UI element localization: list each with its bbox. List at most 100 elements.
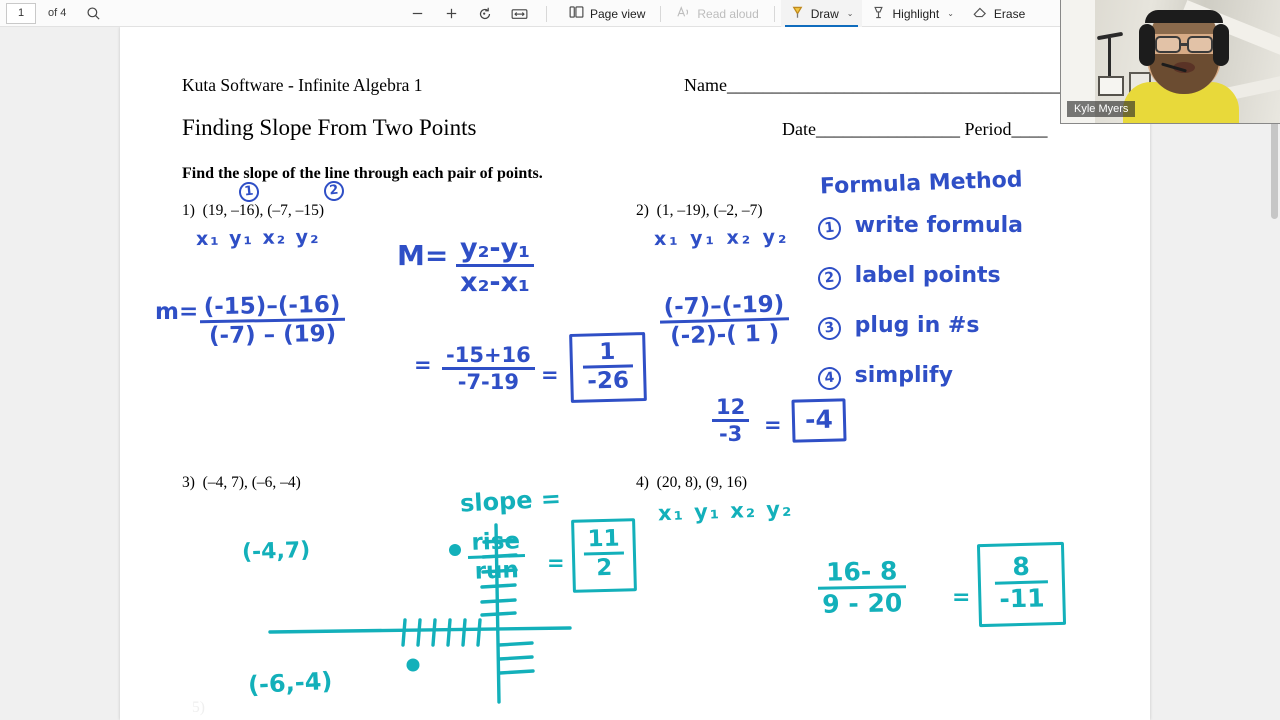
- read-aloud-icon: [676, 5, 691, 22]
- annotation-p2-simp-denominator: -3: [712, 419, 750, 446]
- problem-5-partial: 5): [192, 699, 205, 717]
- method-step-1-text: write formula: [854, 213, 1023, 238]
- draw-button[interactable]: Draw ⌄: [780, 0, 863, 27]
- annotation-method-step-1: 1 write formula: [816, 213, 1023, 242]
- annotation-p1-equals-1: =: [414, 353, 432, 377]
- draw-label: Draw: [810, 6, 839, 21]
- annotation-method-step-2: 2 label points: [816, 263, 1001, 292]
- annotation-p4-answer-numerator: 8: [1012, 551, 1031, 582]
- annotation-p3-equals: =: [547, 551, 565, 575]
- problem-1: 1) (19, –16), (–7, –15): [182, 202, 324, 220]
- pen-icon: [790, 5, 805, 23]
- highlight-chevron-down-icon[interactable]: ⌄: [947, 9, 954, 18]
- problem-4-number: 4): [636, 474, 649, 491]
- annotation-p1-answer-numerator: 1: [599, 338, 616, 366]
- circle-number-1-text: 1: [238, 181, 260, 203]
- annotation-p1-sub-numerator: (-15)–(-16): [203, 291, 341, 321]
- webcam-headphone-right-cup: [1213, 24, 1229, 66]
- annotation-p1-equals-2: =: [541, 363, 559, 387]
- annotation-p3-point-b-label: (-6,-4): [247, 666, 334, 700]
- name-field: Name____________________________________…: [684, 75, 1078, 95]
- toolbar-divider: [546, 5, 547, 22]
- problem-4-points: (20, 8), (9, 16): [656, 474, 748, 491]
- pdf-page: Kuta Software - Infinite Algebra 1 Findi…: [120, 27, 1150, 720]
- zoom-in-icon[interactable]: [438, 3, 464, 25]
- page-number-value: 1: [17, 7, 25, 19]
- problem-3: 3) (–4, 7), (–6, –4): [182, 474, 301, 492]
- annotation-p1-simp-denominator: -7-19: [442, 367, 535, 394]
- draw-chevron-down-icon[interactable]: ⌄: [847, 9, 854, 18]
- annotation-p4-numerator: 16- 8: [825, 556, 898, 587]
- document-viewport[interactable]: Kuta Software - Infinite Algebra 1 Findi…: [0, 27, 1280, 720]
- zoom-out-icon[interactable]: [404, 3, 430, 25]
- search-icon[interactable]: [80, 2, 106, 24]
- webcam-overlay[interactable]: Kyle Myers: [1060, 0, 1280, 124]
- problem-1-points: (19, –16), (–7, –15): [202, 202, 325, 219]
- method-step-2-text: label points: [854, 263, 1001, 288]
- annotation-p2-sub-denominator: (-2)-( 1 ): [659, 317, 790, 350]
- annotation-p1-simp-numerator: -15+16: [446, 343, 531, 367]
- rotate-icon[interactable]: [472, 3, 498, 25]
- page-number-input[interactable]: 1: [6, 2, 36, 24]
- annotation-p3-rise-over-run: rise run: [467, 528, 526, 585]
- annotation-p3-run: run: [467, 554, 526, 585]
- annotation-p1-formula-numerator: y₂-y₁: [460, 233, 531, 264]
- annotation-p3-answer-numerator: 11: [587, 525, 620, 553]
- highlight-button[interactable]: Highlight ⌄: [862, 0, 962, 27]
- toolbar-tools-group: Page view Read aloud Draw ⌄ Highlight ⌄ …: [560, 0, 1034, 27]
- circle-number-2-text: 2: [323, 180, 345, 202]
- annotation-p4-equals: =: [952, 585, 971, 610]
- page-view-button[interactable]: Page view: [560, 0, 654, 27]
- annotation-p4-denominator: 9 - 20: [817, 585, 907, 619]
- problem-1-number: 1): [182, 202, 195, 219]
- annotation-p2-simplified: 12 -3: [712, 395, 750, 446]
- annotation-p1-sub-denominator: (-7) – (19): [199, 317, 346, 350]
- method-step-3-text: plug in #s: [854, 313, 980, 338]
- webcam-glasses-left-lens: [1155, 36, 1181, 53]
- annotation-p2-boxed-answer: -4: [791, 398, 847, 443]
- erase-label: Erase: [993, 6, 1026, 21]
- annotation-p1-formula-denominator: x₂-x₁: [456, 264, 535, 298]
- method-step-3-number: 3: [816, 315, 843, 342]
- annotation-method-title: Formula Method: [819, 167, 1023, 200]
- annotation-p4-answer-denominator: -11: [994, 580, 1049, 614]
- toolbar-left-group: 1 of 4: [0, 2, 106, 24]
- annotation-p4-substitution: 16- 8 9 - 20: [817, 556, 907, 619]
- problem-2: 2) (1, –19), (–2, –7): [636, 202, 763, 220]
- annotation-p1-slope-formula: y₂-y₁ x₂-x₁: [456, 233, 535, 298]
- date-period-field: Date________________ Period____: [782, 119, 1048, 139]
- participant-name-label: Kyle Myers: [1067, 101, 1136, 117]
- annotation-p3-rise: rise: [471, 528, 521, 556]
- page-view-icon: [569, 5, 584, 22]
- webcam-glasses-bridge: [1180, 43, 1188, 46]
- toolbar-zoom-group: [404, 0, 553, 27]
- webcam-wall-frame-1: [1098, 76, 1124, 96]
- annotation-p1-simplified: -15+16 -7-19: [442, 343, 535, 394]
- annotation-p1-substitution-lead: m=: [155, 299, 199, 325]
- highlighter-icon: [871, 5, 886, 23]
- annotation-p2-variable-labels: x₁ y₁ x₂ y₂: [653, 225, 790, 251]
- annotation-p2-sub-numerator: (-7)–(-19): [663, 291, 785, 321]
- annotation-p4-variable-labels: x₁ y₁ x₂ y₂: [657, 496, 794, 526]
- annotation-p1-substitution: (-15)–(-16) (-7) – (19): [199, 291, 346, 350]
- problem-3-number: 3): [182, 474, 195, 491]
- highlight-label: Highlight: [892, 6, 940, 21]
- webcam-headphones-band: [1145, 10, 1223, 23]
- annotation-method-step-4: 4 simplify: [816, 363, 953, 392]
- fit-to-width-icon[interactable]: [506, 3, 532, 25]
- webcam-headphone-left-cup: [1139, 24, 1155, 66]
- annotation-p1-answer-denominator: -26: [582, 364, 634, 395]
- read-aloud-label: Read aloud: [697, 6, 759, 21]
- annotation-p1-m-equals: M=: [397, 239, 449, 272]
- webcam-glasses-right-lens: [1187, 36, 1213, 53]
- read-aloud-button[interactable]: Read aloud: [667, 0, 767, 27]
- erase-button[interactable]: Erase: [963, 0, 1034, 27]
- vertical-scrollbar[interactable]: [1269, 27, 1280, 720]
- annotation-p3-answer-denominator: 2: [583, 551, 625, 582]
- annotation-circle-2: 2: [323, 180, 345, 202]
- page-total-label: of 4: [48, 7, 67, 19]
- annotation-p2-substitution: (-7)–(-19) (-2)-( 1 ): [659, 291, 790, 350]
- method-step-2-number: 2: [816, 265, 843, 292]
- annotation-p3-boxed-answer: 11 2: [571, 518, 637, 593]
- annotation-p1-boxed-answer: 1 -26: [569, 332, 647, 403]
